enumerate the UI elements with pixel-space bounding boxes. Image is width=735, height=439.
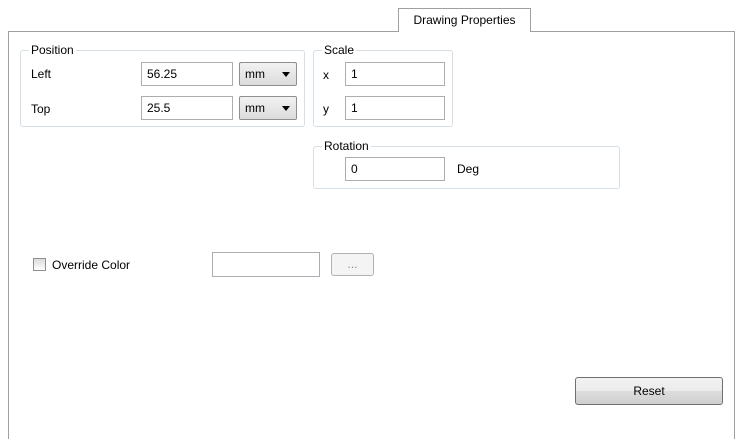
left-unit-value: mm (245, 67, 265, 81)
panel-border-top (530, 31, 735, 32)
rotation-group-title: Rotation (322, 139, 371, 153)
reset-button[interactable]: Reset (575, 377, 723, 405)
scale-x-label: x (323, 68, 329, 82)
tab-drawing-properties[interactable]: Drawing Properties (398, 8, 531, 32)
left-unit-select[interactable]: mm (239, 62, 297, 86)
chevron-down-icon (282, 72, 290, 77)
browse-color-button[interactable]: ... (331, 253, 374, 276)
override-color-checkbox[interactable] (33, 258, 46, 271)
scale-y-input[interactable]: 1 (345, 96, 445, 120)
override-color-label[interactable]: Override Color (52, 258, 130, 272)
top-unit-select[interactable]: mm (239, 96, 297, 120)
panel-border-top (8, 31, 399, 32)
left-label: Left (31, 67, 52, 81)
rotation-input[interactable]: 0 (345, 157, 445, 181)
rotation-unit-label: Deg (457, 162, 480, 176)
chevron-down-icon (282, 106, 290, 111)
panel-border-left (8, 31, 9, 439)
scale-x-input[interactable]: 1 (345, 62, 445, 86)
top-label: Top (31, 102, 51, 116)
color-swatch-field[interactable] (212, 252, 320, 277)
top-input[interactable]: 25.5 (141, 96, 233, 120)
scale-y-label: y (323, 102, 329, 116)
position-group-title: Position (29, 43, 76, 57)
left-input[interactable]: 56.25 (141, 62, 233, 86)
top-unit-value: mm (245, 101, 265, 115)
scale-group-title: Scale (322, 43, 357, 57)
